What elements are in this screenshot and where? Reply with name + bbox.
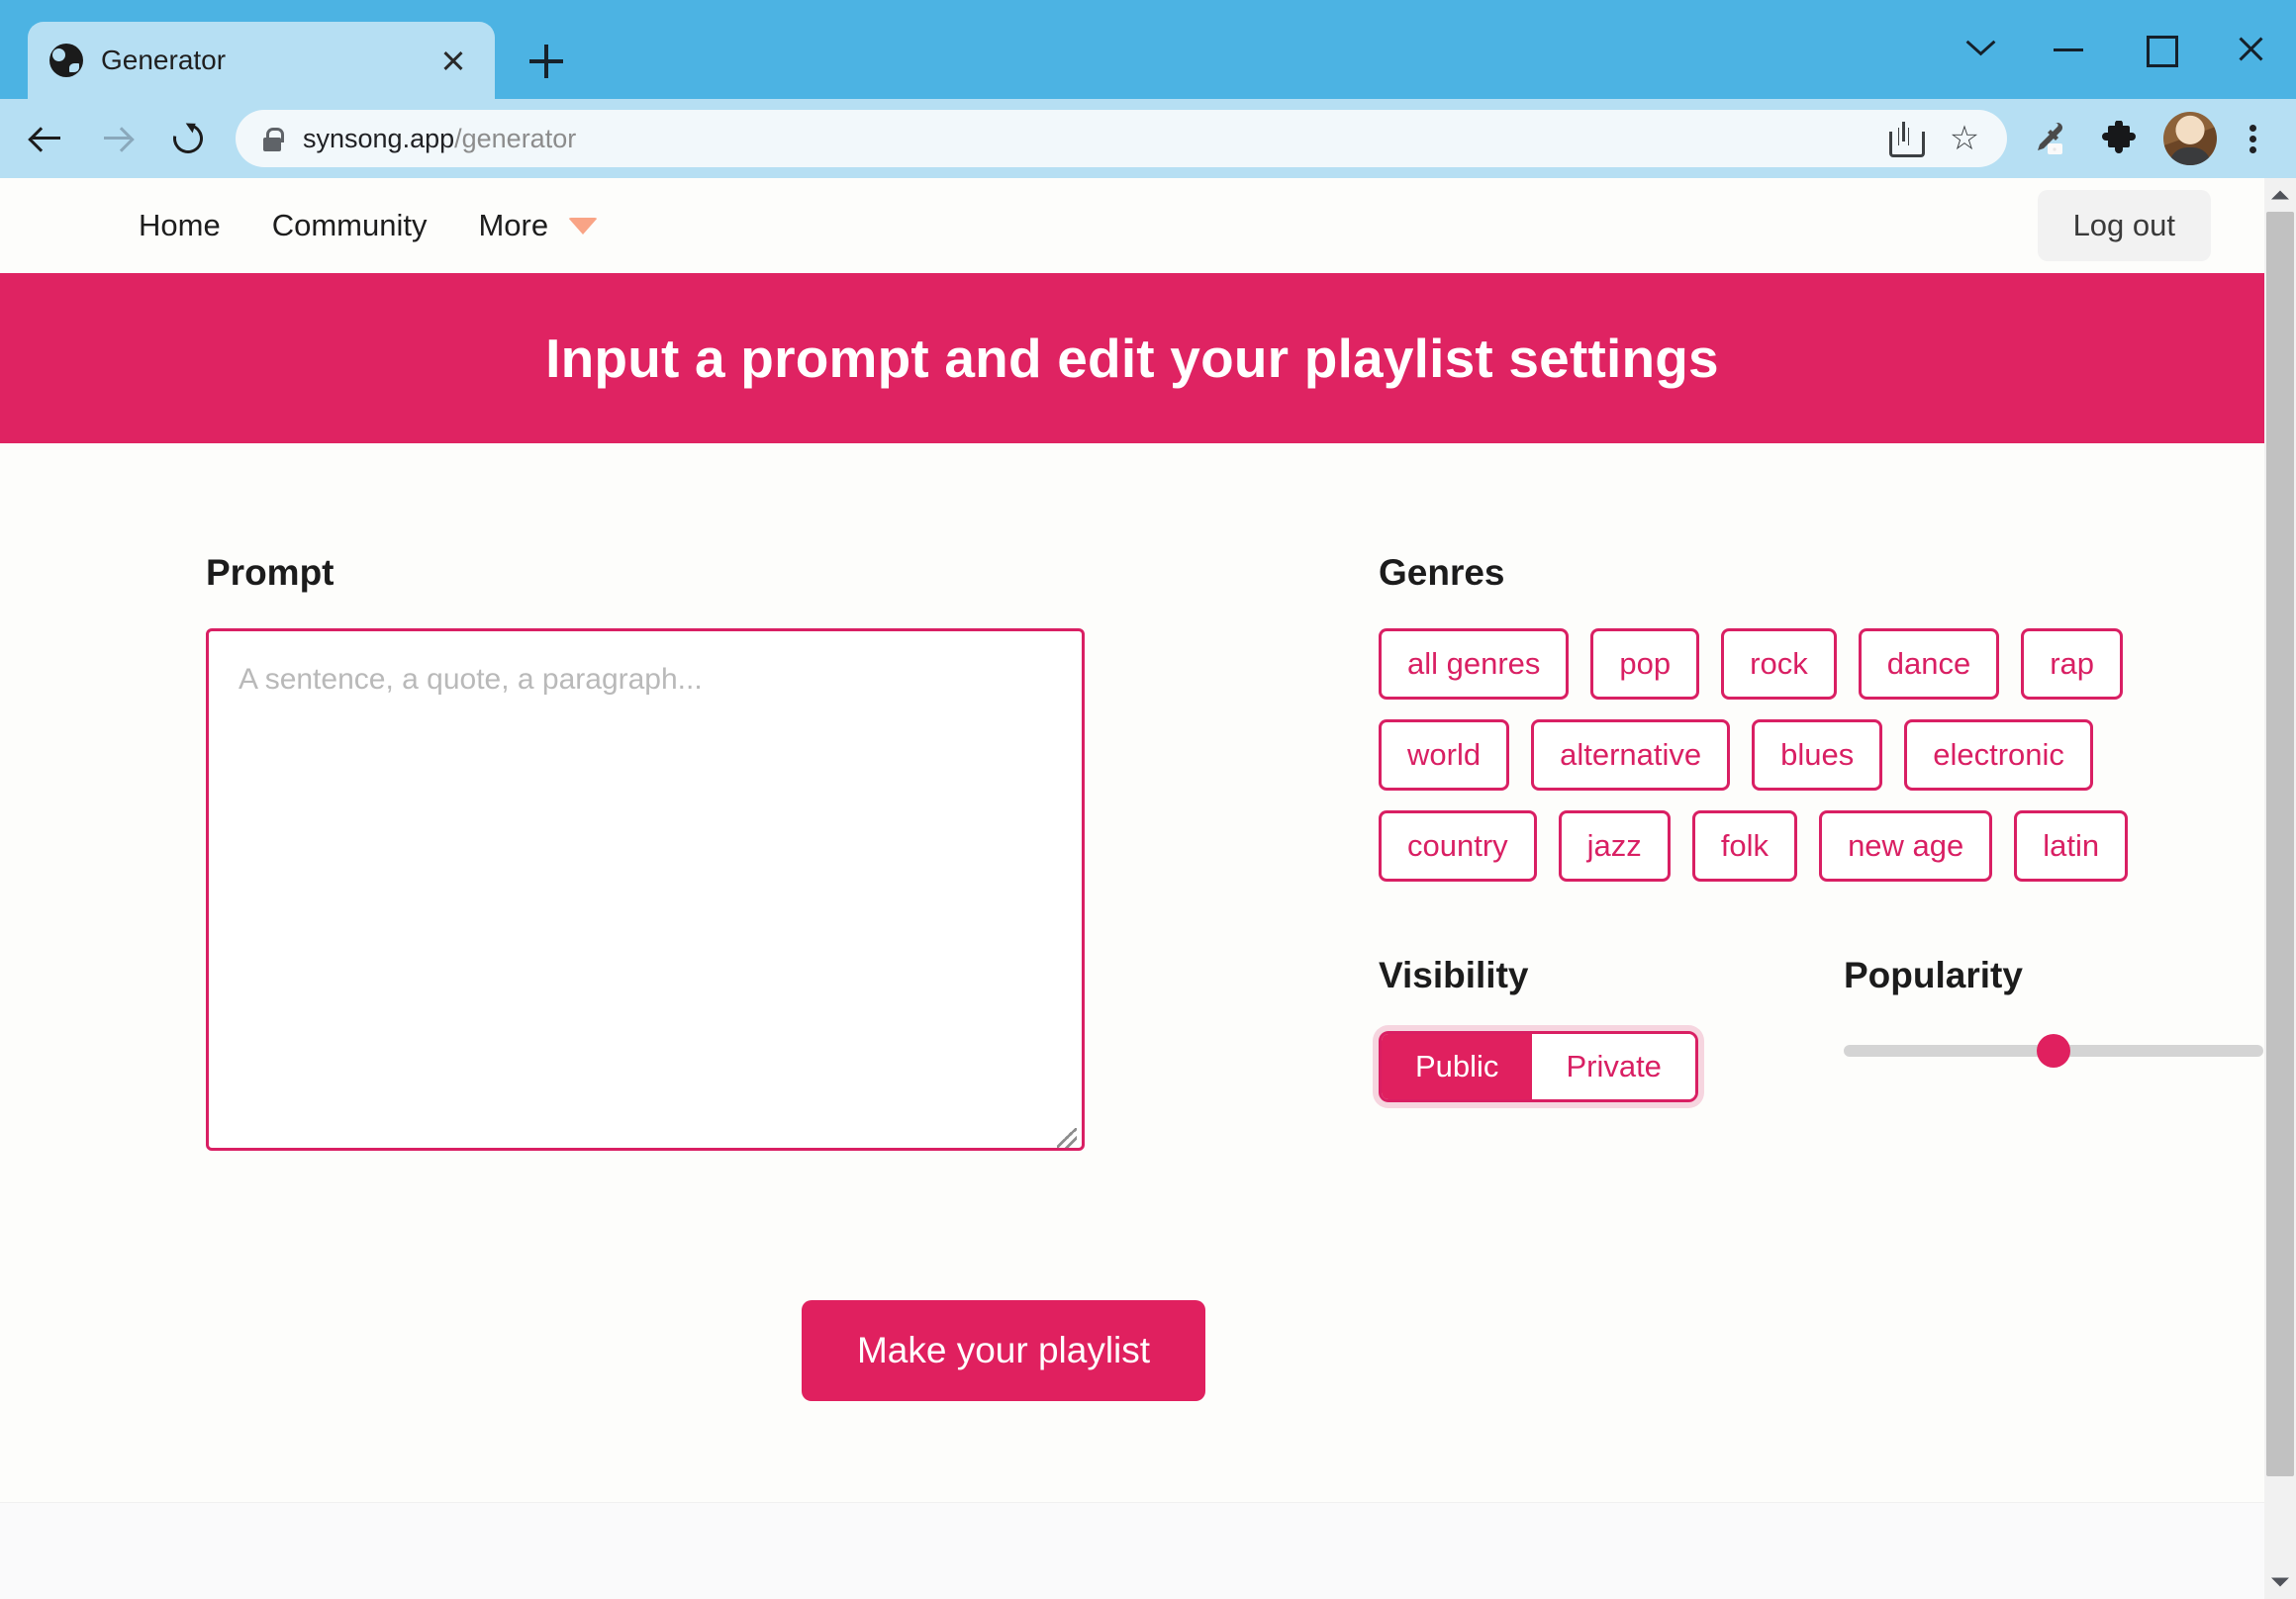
- reload-icon: [167, 118, 209, 159]
- back-arrow-icon: [31, 124, 60, 153]
- share-icon[interactable]: [1878, 112, 1932, 165]
- genre-chip-alternative[interactable]: alternative: [1531, 719, 1731, 791]
- tab-title: Generator: [101, 45, 227, 75]
- hero-banner: Input a prompt and edit your playlist se…: [0, 273, 2264, 443]
- popularity-section: Popularity: [1844, 955, 2263, 1102]
- popularity-label: Popularity: [1844, 955, 2023, 995]
- main-content: Prompt Genres all genres pop: [0, 443, 2264, 1599]
- settings-section: Genres all genres pop rock dance rap wor…: [1196, 552, 2263, 1156]
- genre-chip-row: all genres pop rock dance rap: [1379, 628, 2263, 700]
- close-icon[interactable]: [2205, 0, 2296, 99]
- scroll-up-arrow-icon[interactable]: [2264, 178, 2296, 212]
- lock-icon: [261, 126, 284, 151]
- page-title: Input a prompt and edit your playlist se…: [545, 328, 1719, 389]
- genre-chip-country[interactable]: country: [1379, 810, 1537, 882]
- genre-chip-row: world alternative blues electronic: [1379, 719, 2263, 791]
- settings-row: Visibility Public Private Popularity: [1379, 955, 2263, 1102]
- genre-chip-jazz[interactable]: jazz: [1558, 810, 1671, 882]
- globe-icon: [49, 44, 83, 77]
- avatar-image: [2163, 112, 2217, 165]
- kebab-menu-icon[interactable]: [2227, 108, 2278, 169]
- visibility-option-public[interactable]: Public: [1382, 1034, 1533, 1099]
- genre-chip-row: country jazz folk new age latin: [1379, 810, 2263, 882]
- forward-arrow-icon: [102, 124, 132, 153]
- visibility-toggle: Public Private: [1379, 1031, 1698, 1102]
- visibility-option-private[interactable]: Private: [1532, 1034, 1695, 1099]
- nav-item-home[interactable]: Home: [139, 208, 221, 243]
- genre-chip-latin[interactable]: latin: [2014, 810, 2129, 882]
- eyedropper-icon[interactable]: [2017, 108, 2078, 169]
- browser-toolbar: synsong.app/generator ☆: [0, 99, 2296, 178]
- logout-button[interactable]: Log out: [2037, 190, 2211, 261]
- url-domain: synsong.app: [303, 123, 455, 153]
- genre-chip-electronic[interactable]: electronic: [1904, 719, 2093, 791]
- slider-thumb[interactable]: [2037, 1034, 2070, 1068]
- scrollbar-thumb[interactable]: [2266, 212, 2294, 1476]
- prompt-field-wrap: [206, 628, 1085, 1156]
- genre-chip-dance[interactable]: dance: [1858, 628, 2000, 700]
- star-icon[interactable]: ☆: [1938, 112, 1991, 165]
- scroll-down-arrow-icon[interactable]: [2264, 1565, 2296, 1599]
- nav-item-more-label: More: [478, 208, 549, 242]
- genre-chip-pop[interactable]: pop: [1590, 628, 1700, 700]
- url-path: /generator: [454, 123, 577, 153]
- web-page: Home Community More Log out Input a prom…: [0, 178, 2264, 1599]
- reload-button[interactable]: [152, 103, 224, 174]
- site-header: Home Community More Log out: [0, 178, 2264, 273]
- extensions-puzzle-icon[interactable]: [2088, 108, 2150, 169]
- genre-chip-world[interactable]: world: [1379, 719, 1510, 791]
- browser-window: Generator synsong.app/generator ☆ Home C…: [0, 0, 2296, 1599]
- address-bar[interactable]: synsong.app/generator ☆: [236, 110, 2007, 167]
- prompt-section: Prompt: [206, 552, 1196, 1156]
- url-text: synsong.app/generator: [303, 124, 1872, 154]
- visibility-section: Visibility Public Private: [1379, 955, 1844, 1102]
- genre-chip-folk[interactable]: folk: [1691, 810, 1798, 882]
- genre-chip-rap[interactable]: rap: [2021, 628, 2124, 700]
- genre-chip-rock[interactable]: rock: [1721, 628, 1837, 700]
- visibility-label: Visibility: [1379, 955, 1529, 995]
- popularity-slider[interactable]: [1844, 1031, 2263, 1071]
- prompt-input[interactable]: [206, 628, 1085, 1151]
- chevron-down-icon[interactable]: [1932, 0, 2023, 99]
- prompt-label: Prompt: [206, 552, 335, 593]
- back-button[interactable]: [10, 103, 81, 174]
- nav-item-more[interactable]: More: [478, 208, 599, 243]
- genre-chip-all-genres[interactable]: all genres: [1379, 628, 1570, 700]
- nav-item-community[interactable]: Community: [272, 208, 428, 243]
- page-viewport: Home Community More Log out Input a prom…: [0, 178, 2296, 1599]
- submit-row: Make your playlist: [0, 1300, 2264, 1401]
- genre-chip-group: all genres pop rock dance rap world alte…: [1379, 628, 2263, 882]
- genre-chip-new-age[interactable]: new age: [1819, 810, 1993, 882]
- close-icon[interactable]: [433, 41, 473, 80]
- avatar[interactable]: [2159, 108, 2221, 169]
- tab-strip: Generator: [0, 0, 2296, 99]
- vertical-scrollbar[interactable]: [2264, 178, 2296, 1599]
- make-playlist-button[interactable]: Make your playlist: [801, 1300, 1206, 1401]
- browser-tab[interactable]: Generator: [28, 22, 495, 99]
- page-footer: [0, 1502, 2264, 1599]
- maximize-icon[interactable]: [2114, 0, 2205, 99]
- content-columns: Prompt Genres all genres pop: [0, 552, 2264, 1156]
- new-tab-button[interactable]: [517, 32, 576, 91]
- genre-chip-blues[interactable]: blues: [1752, 719, 1883, 791]
- minimize-icon[interactable]: [2023, 0, 2114, 99]
- window-controls: [1932, 0, 2296, 99]
- forward-button[interactable]: [81, 103, 152, 174]
- genres-label: Genres: [1379, 552, 1505, 593]
- chevron-down-icon: [568, 217, 599, 235]
